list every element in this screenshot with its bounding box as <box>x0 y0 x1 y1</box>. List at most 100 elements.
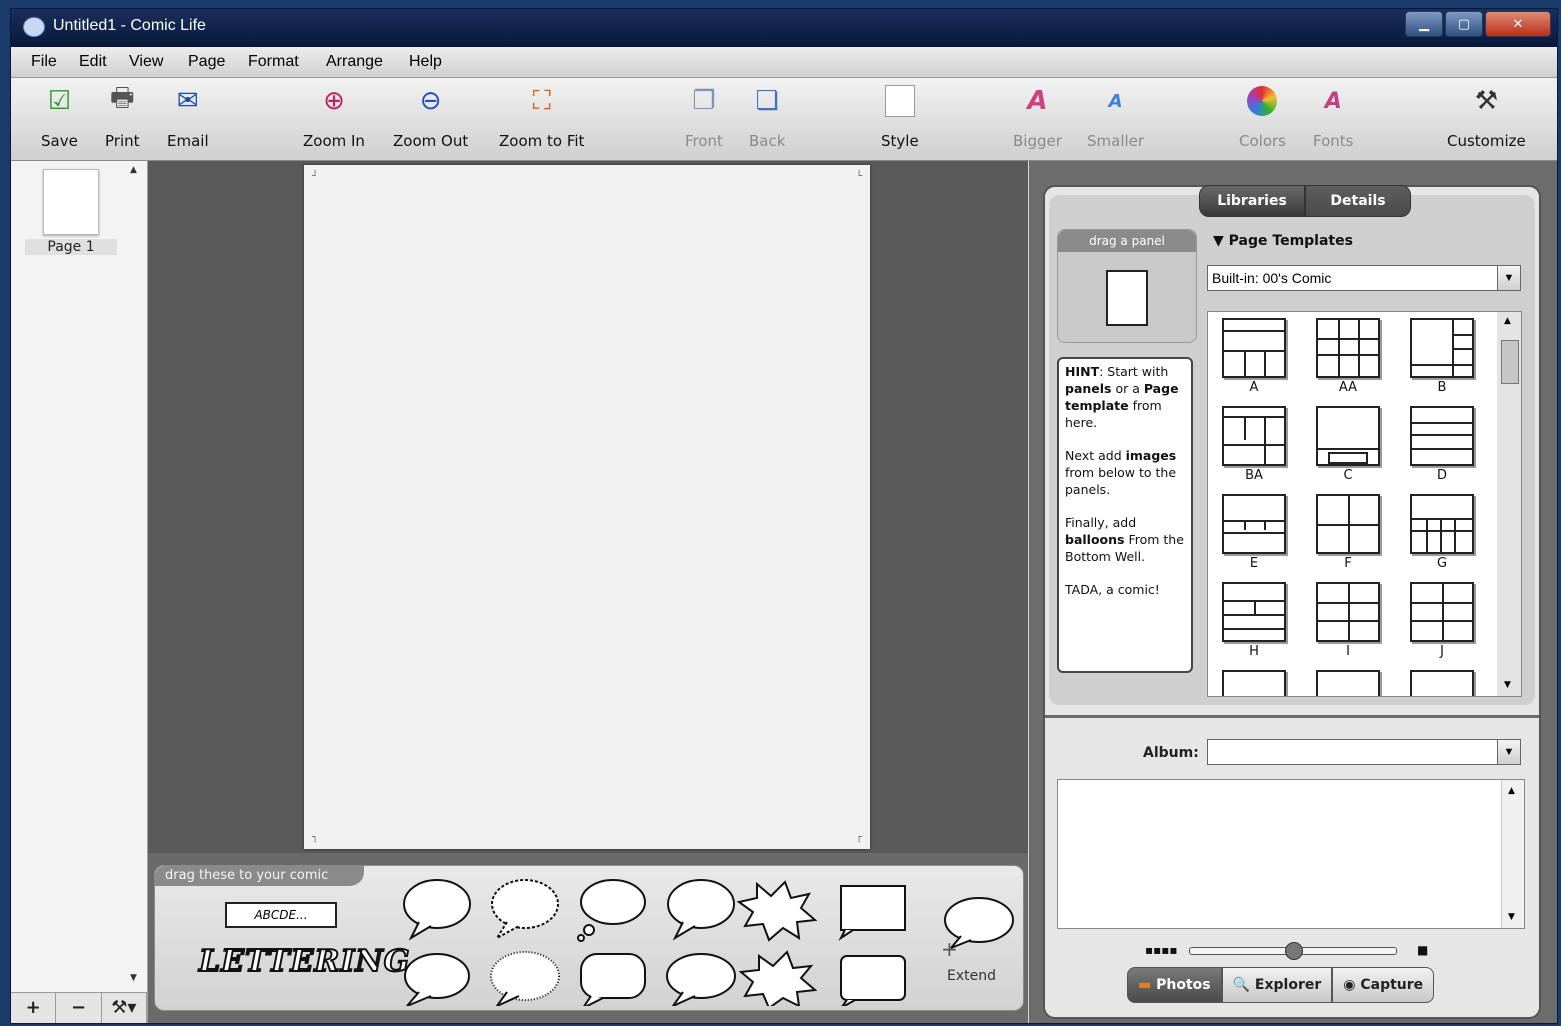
crop-mark-icon: └ <box>855 171 862 182</box>
scroll-down-arrow-icon[interactable]: ▼ <box>1504 680 1511 690</box>
drag-panel-source[interactable]: drag a panel <box>1057 229 1197 343</box>
hint-paragraph: Next add images from below to the panels… <box>1065 448 1177 497</box>
send-to-back-button[interactable]: ❏ Back <box>749 84 785 150</box>
pages-sidebar: Page 1 ▲ ▼ + − ⚒▾ <box>11 161 148 1023</box>
close-button[interactable]: ✕ <box>1485 11 1551 37</box>
style-swatch-icon <box>883 84 917 118</box>
scroll-thumb[interactable] <box>1501 340 1519 384</box>
photo-browser[interactable]: ▲ ▼ <box>1057 779 1525 929</box>
template-item[interactable]: J <box>1410 582 1474 659</box>
extend-balloon-icon[interactable]: + <box>931 894 1021 964</box>
customize-button[interactable]: ⚒ Customize <box>1447 84 1526 150</box>
jagged-burst-balloon[interactable] <box>738 950 818 1006</box>
tab-libraries[interactable]: Libraries <box>1199 185 1305 217</box>
template-item[interactable]: F <box>1316 494 1380 571</box>
panel-divider[interactable] <box>1045 715 1539 718</box>
rounded-caption[interactable] <box>840 955 906 1006</box>
slider-knob[interactable] <box>1285 942 1303 960</box>
scroll-up-arrow-icon[interactable]: ▲ <box>1504 316 1511 326</box>
template-item[interactable]: D <box>1410 406 1474 483</box>
colors-button[interactable]: Colors <box>1239 84 1286 150</box>
template-item[interactable]: I <box>1316 582 1380 659</box>
large-thumbnails-icon[interactable]: ■ <box>1417 943 1428 957</box>
disclosure-triangle-icon: ▼ <box>1213 233 1224 249</box>
menu-format[interactable]: Format <box>248 53 299 71</box>
template-scrollbar[interactable]: ▲ ▼ <box>1497 311 1522 697</box>
smaller-button[interactable]: A Smaller <box>1087 84 1144 151</box>
minimize-button[interactable]: ▁ <box>1405 11 1443 37</box>
remove-page-button[interactable]: − <box>56 993 102 1023</box>
crop-mark-icon: ┘ <box>312 171 319 182</box>
print-button[interactable]: 🖶 Print <box>105 83 140 150</box>
template-item[interactable]: AA <box>1316 318 1380 395</box>
template-item[interactable] <box>1316 670 1380 696</box>
menu-edit[interactable]: Edit <box>79 53 107 71</box>
bring-to-front-button[interactable]: ❐ Front <box>685 84 723 150</box>
page-options-button[interactable]: ⚒▾ <box>102 993 147 1023</box>
zoom-in-button[interactable]: ⊕ Zoom In <box>303 84 365 150</box>
oval-balloon[interactable] <box>667 879 735 941</box>
small-thumbnails-icon[interactable]: ▪▪▪▪ <box>1145 943 1178 957</box>
page-thumbnail[interactable] <box>43 169 99 235</box>
template-item[interactable] <box>1222 670 1286 696</box>
menu-view[interactable]: View <box>129 53 163 71</box>
email-button[interactable]: ✉ Email <box>167 84 209 150</box>
photo-scrollbar[interactable]: ▲ ▼ <box>1501 780 1524 928</box>
library-panel: Libraries Details drag a panel HINT: Sta… <box>1043 185 1541 1019</box>
thumbnail-size-slider[interactable] <box>1189 942 1397 960</box>
zoom-to-fit-button[interactable]: ⛶ Zoom to Fit <box>499 84 584 151</box>
menu-file[interactable]: File <box>31 53 57 71</box>
burst-balloon[interactable] <box>736 880 818 942</box>
template-item[interactable]: BA <box>1222 406 1286 483</box>
scroll-up-arrow-icon[interactable]: ▲ <box>1508 786 1515 796</box>
comic-page[interactable]: ┘ └ ┐ ┌ <box>304 165 870 849</box>
tab-details[interactable]: Details <box>1305 185 1411 217</box>
tab-photos[interactable]: ▬ Photos <box>1127 967 1222 1003</box>
pages-scrollbar[interactable]: ▲ ▼ <box>123 161 147 991</box>
style-button[interactable]: Style <box>881 84 919 150</box>
template-item[interactable]: A <box>1222 318 1286 395</box>
lettering-text-item[interactable]: ABCDE... <box>225 902 337 928</box>
svg-text:+: + <box>941 937 958 961</box>
lettering-art-item[interactable]: LETTERING <box>198 943 410 988</box>
template-item[interactable]: H <box>1222 582 1286 659</box>
whisper-balloon[interactable] <box>491 879 559 941</box>
scroll-down-arrow-icon[interactable]: ▼ <box>1508 912 1515 922</box>
add-page-button[interactable]: + <box>11 993 57 1023</box>
template-item[interactable] <box>1410 670 1474 696</box>
thought-balloon[interactable] <box>577 879 646 942</box>
rough-speech-balloon[interactable] <box>404 953 470 1006</box>
tab-capture[interactable]: ◉ Capture <box>1332 967 1435 1003</box>
dropdown-arrow-icon: ▼ <box>1497 266 1520 290</box>
template-item[interactable]: B <box>1410 318 1474 395</box>
menu-arrange[interactable]: Arrange <box>326 53 383 71</box>
fonts-button[interactable]: A Fonts <box>1313 84 1353 151</box>
page-label: Page 1 <box>25 239 117 255</box>
maximize-button[interactable]: ▢ <box>1445 11 1483 37</box>
album-label: Album: <box>1143 745 1199 761</box>
zoom-out-button[interactable]: ⊖ Zoom Out <box>393 84 468 150</box>
menu-page[interactable]: Page <box>188 53 225 71</box>
tools-icon: ⚒ <box>1474 86 1499 116</box>
album-select[interactable]: ▼ <box>1207 739 1521 765</box>
comic-life-app-icon <box>23 17 45 37</box>
save-button[interactable]: ☑ Save <box>41 84 78 150</box>
app-window: Untitled1 - Comic Life ▁ ▢ ✕ File Edit V… <box>10 8 1558 1024</box>
template-set-select[interactable]: Built-in: 00's Comic ▼ <box>1207 265 1521 291</box>
template-item[interactable]: C <box>1316 406 1380 483</box>
template-item[interactable]: E <box>1222 494 1286 571</box>
bigger-button[interactable]: A Bigger <box>1013 84 1062 150</box>
scroll-up-arrow-icon[interactable]: ▲ <box>130 165 137 175</box>
menu-bar: File Edit View Page Format Arrange Help <box>11 47 1557 78</box>
scroll-down-arrow-icon[interactable]: ▼ <box>130 973 137 983</box>
box-caption[interactable] <box>838 885 906 941</box>
puffy-balloon[interactable] <box>666 953 736 1006</box>
speech-balloon[interactable] <box>403 879 471 941</box>
template-item[interactable]: G <box>1410 494 1474 571</box>
scalloped-balloon[interactable] <box>490 951 560 1006</box>
menu-help[interactable]: Help <box>409 53 442 71</box>
media-source-tabs: ▬ Photos 🔍 Explorer ◉ Capture <box>1127 967 1435 1003</box>
tab-explorer[interactable]: 🔍 Explorer <box>1221 967 1333 1003</box>
page-templates-header[interactable]: ▼ Page Templates <box>1213 233 1353 249</box>
rounded-box-balloon[interactable] <box>580 953 646 1006</box>
